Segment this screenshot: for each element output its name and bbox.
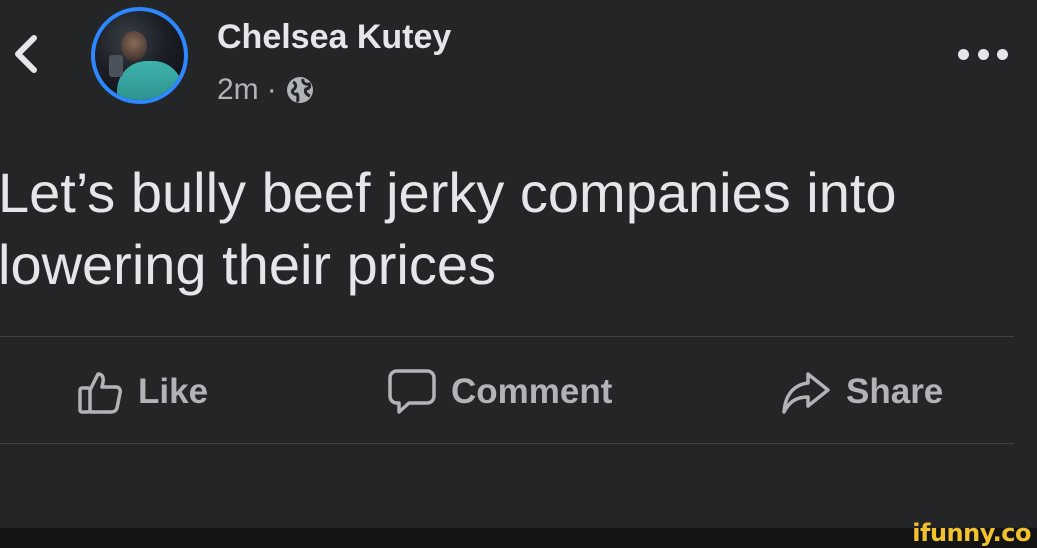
avatar-shirt [117, 61, 183, 100]
like-button[interactable]: Like [76, 364, 208, 420]
back-button[interactable] [10, 32, 42, 76]
avatar-face [121, 31, 147, 61]
post-text: Let’s bully beef jerky companies into lo… [0, 161, 897, 296]
like-label: Like [138, 372, 209, 411]
share-icon [782, 372, 830, 414]
footer-bar [0, 528, 1037, 548]
more-options-button[interactable] [958, 36, 1008, 72]
comment-label: Comment [451, 372, 613, 411]
comment-button[interactable]: Comment [387, 364, 612, 420]
post-timestamp[interactable]: 2m [217, 73, 259, 107]
more-dot [997, 48, 1008, 60]
ifunny-watermark: ifunny.co [912, 519, 1031, 547]
divider-bottom [0, 443, 1014, 444]
chevron-left-icon [15, 35, 37, 73]
share-label: Share [846, 372, 944, 411]
user-name[interactable]: Chelsea Kutey [217, 18, 451, 57]
comment-icon [388, 369, 436, 414]
avatar[interactable] [91, 7, 188, 104]
more-dot [977, 48, 989, 60]
post-meta: 2m · [217, 73, 315, 107]
globe-icon[interactable] [285, 75, 315, 105]
thumbs-up-icon [78, 372, 122, 414]
avatar-phone [109, 55, 123, 77]
more-dot [958, 48, 969, 60]
meta-separator: · [266, 73, 277, 106]
divider-top [0, 336, 1014, 337]
share-button[interactable]: Share [780, 364, 943, 420]
